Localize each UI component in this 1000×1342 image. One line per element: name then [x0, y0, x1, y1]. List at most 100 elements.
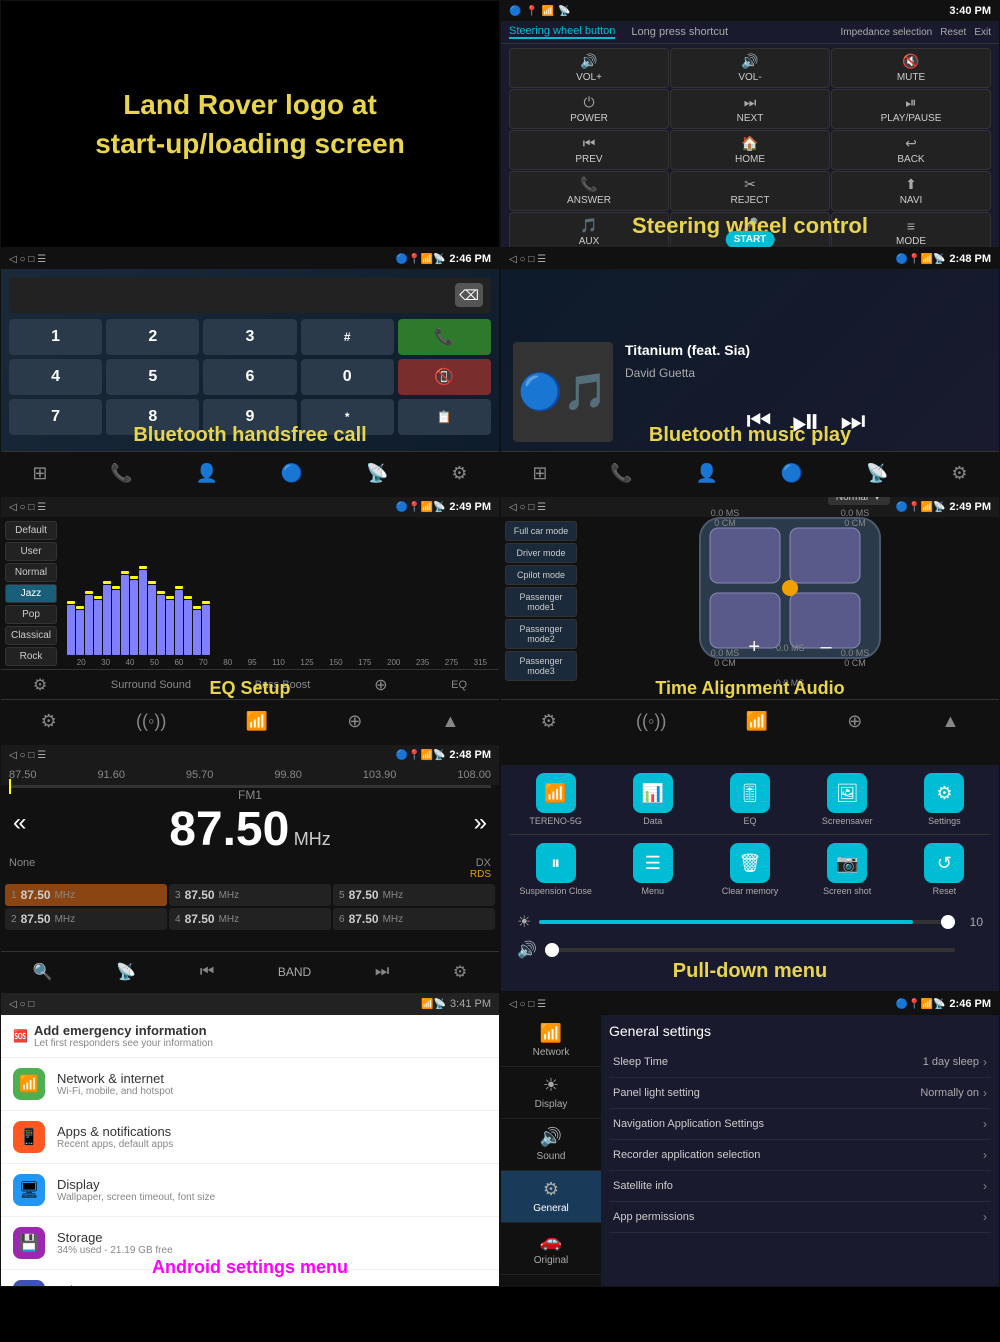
- dial-end[interactable]: 📵: [398, 359, 491, 395]
- sw-mute[interactable]: 🔇MUTE: [831, 48, 991, 88]
- pd-clear-item[interactable]: 🗑 Clear memory: [703, 843, 796, 896]
- eq-nav-4[interactable]: ⊕: [347, 711, 362, 732]
- sw-reject[interactable]: ✂REJECT: [670, 171, 830, 211]
- ta-mode-fullcar[interactable]: Full car mode: [505, 521, 577, 541]
- ta-normal-dropdown[interactable]: Normal ▼: [828, 496, 890, 505]
- radio-preset-2[interactable]: 2 87.50 MHz: [5, 908, 167, 930]
- sw-impedance[interactable]: Impedance selection: [840, 27, 932, 38]
- eq-bar-6[interactable]: [112, 521, 120, 655]
- radio-preset-3[interactable]: 3 87.50 MHz: [169, 884, 331, 906]
- ta-plus-btn[interactable]: +: [748, 636, 760, 659]
- dial-3[interactable]: 3: [203, 319, 296, 355]
- gen-sidebar-sound[interactable]: 🔊 Sound: [501, 1119, 601, 1171]
- eq-nav-3[interactable]: 📶: [246, 711, 268, 732]
- dial-backspace-btn[interactable]: ⌫: [455, 283, 483, 307]
- ta-nav-4[interactable]: ⊕: [847, 711, 862, 732]
- pd-screenshot-item[interactable]: 📷 Screen shot: [801, 843, 894, 896]
- nav-music-phone[interactable]: 📞: [610, 463, 632, 484]
- ta-nav-2[interactable]: ((◦)): [636, 711, 666, 732]
- nav-phone-icon[interactable]: 📞: [110, 463, 132, 484]
- sw-reset[interactable]: Reset: [940, 27, 966, 38]
- sw-answer[interactable]: 📞ANSWER: [509, 171, 669, 211]
- radio-band-label[interactable]: BAND: [278, 965, 311, 979]
- pd-menu-item[interactable]: ☰ Menu: [606, 843, 699, 896]
- radio-signal-icon[interactable]: 📡: [116, 962, 136, 982]
- radio-fast-forward[interactable]: »: [474, 809, 487, 837]
- gen-sidebar-reverse[interactable]: ↩ Reverse: [501, 1275, 601, 1287]
- pd-settings-item[interactable]: ⚙ Settings: [898, 773, 991, 826]
- pd-screensaver-item[interactable]: 🖼 Screensaver: [801, 773, 894, 826]
- eq-bar-1[interactable]: [67, 521, 75, 655]
- sw-tab-longpress[interactable]: Long press shortcut: [631, 26, 728, 38]
- pd-suspend-item[interactable]: ⏸ Suspension Close: [509, 843, 602, 896]
- android-item-display[interactable]: 🖥 Display Wallpaper, screen timeout, fon…: [1, 1164, 499, 1217]
- dial-6[interactable]: 6: [203, 359, 296, 395]
- gen-setting-panel[interactable]: Panel light setting Normally on ›: [609, 1078, 991, 1109]
- eq-bar-7[interactable]: [121, 521, 129, 655]
- ta-mode-passenger2[interactable]: Passenger mode2: [505, 619, 577, 649]
- radio-eq-icon[interactable]: ⚙: [453, 962, 467, 982]
- eq-mode-jazz[interactable]: Jazz: [5, 584, 57, 603]
- dial-call[interactable]: 📞: [398, 319, 491, 355]
- eq-mode-normal[interactable]: Normal: [5, 563, 57, 582]
- nav-settings-icon[interactable]: ⚙: [451, 463, 467, 484]
- gen-sidebar-general[interactable]: ⚙ General: [501, 1171, 601, 1223]
- dial-5[interactable]: 5: [106, 359, 199, 395]
- eq-bar-16[interactable]: [202, 521, 210, 655]
- eq-mode-default[interactable]: Default: [5, 521, 57, 540]
- eq-bar-11[interactable]: [157, 521, 165, 655]
- dial-2[interactable]: 2: [106, 319, 199, 355]
- eq-mode-classical[interactable]: Classical: [5, 626, 57, 645]
- radio-preset-1[interactable]: 1 87.50 MHz: [5, 884, 167, 906]
- dial-0[interactable]: 0: [301, 359, 394, 395]
- gen-sidebar-original[interactable]: 🚗 Original: [501, 1223, 601, 1275]
- sw-navi[interactable]: ⬆NAVI: [831, 171, 991, 211]
- radio-fast-back[interactable]: «: [13, 809, 26, 837]
- dial-1[interactable]: 1: [9, 319, 102, 355]
- pd-volume-track[interactable]: [545, 948, 955, 952]
- eq-bar-10[interactable]: [148, 521, 156, 655]
- nav-music-settings[interactable]: ⚙: [951, 463, 967, 484]
- sw-home[interactable]: 🏠HOME: [670, 130, 830, 170]
- sw-tab-steering[interactable]: Steering wheel button: [509, 25, 615, 39]
- android-item-network[interactable]: 📶 Network & internet Wi-Fi, mobile, and …: [1, 1058, 499, 1111]
- ta-mode-passenger1[interactable]: Passenger mode1: [505, 587, 577, 617]
- gen-setting-satellite[interactable]: Satellite info ›: [609, 1171, 991, 1202]
- radio-preset-5[interactable]: 5 87.50 MHz: [333, 884, 495, 906]
- eq-bar-15[interactable]: [193, 521, 201, 655]
- ta-minus-btn[interactable]: –: [821, 636, 832, 659]
- eq-nav-1[interactable]: ⚙: [41, 711, 57, 732]
- nav-apps-icon[interactable]: ⊞: [32, 463, 47, 484]
- gen-setting-sleep[interactable]: Sleep Time 1 day sleep ›: [609, 1047, 991, 1078]
- nav-bt-icon[interactable]: 🔵: [281, 463, 303, 484]
- radio-preset-6[interactable]: 6 87.50 MHz: [333, 908, 495, 930]
- nav-music-bt[interactable]: 🔵: [781, 463, 803, 484]
- eq-bar-12[interactable]: [166, 521, 174, 655]
- nav-music-bt2[interactable]: 📡: [866, 463, 888, 484]
- gen-setting-recorder[interactable]: Recorder application selection ›: [609, 1140, 991, 1171]
- gen-sidebar-network[interactable]: 📶 Network: [501, 1015, 601, 1067]
- sw-back[interactable]: ↩BACK: [831, 130, 991, 170]
- radio-prev-icon[interactable]: ⏮: [200, 963, 214, 981]
- dial-4[interactable]: 4: [9, 359, 102, 395]
- sw-power[interactable]: ⏻POWER: [509, 89, 669, 129]
- pd-eq-item[interactable]: 🎚 EQ: [703, 773, 796, 826]
- eq-bar-5[interactable]: [103, 521, 111, 655]
- sw-vol-plus[interactable]: 🔊VOL+: [509, 48, 669, 88]
- eq-bar-4[interactable]: [94, 521, 102, 655]
- ta-nav-3[interactable]: 📶: [746, 711, 768, 732]
- eq-bar-14[interactable]: [184, 521, 192, 655]
- radio-search-icon[interactable]: 🔍: [33, 962, 53, 982]
- pd-brightness-track[interactable]: [539, 920, 955, 924]
- sw-next[interactable]: ⏭NEXT: [670, 89, 830, 129]
- eq-mode-user[interactable]: User: [5, 542, 57, 561]
- radio-preset-4[interactable]: 4 87.50 MHz: [169, 908, 331, 930]
- nav-contacts-icon[interactable]: 👤: [196, 463, 218, 484]
- eq-mode-pop[interactable]: Pop: [5, 605, 57, 624]
- sw-play-pause[interactable]: ⏯PLAY/PAUSE: [831, 89, 991, 129]
- gen-setting-app-perm[interactable]: App permissions ›: [609, 1202, 991, 1233]
- android-item-apps[interactable]: 📱 Apps & notifications Recent apps, defa…: [1, 1111, 499, 1164]
- nav-music-apps[interactable]: ⊞: [532, 463, 547, 484]
- sw-prev[interactable]: ⏮PREV: [509, 130, 669, 170]
- ta-nav-5[interactable]: ▲: [942, 711, 960, 732]
